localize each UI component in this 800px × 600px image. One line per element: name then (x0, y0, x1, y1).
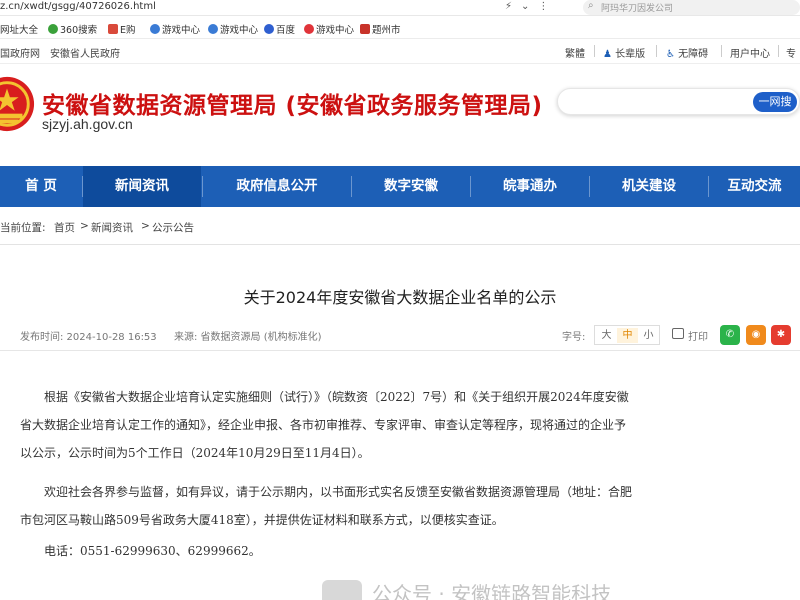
bookmark-item[interactable]: 360搜索 (48, 22, 97, 36)
publish-time: 发布时间: 2024-10-28 16:53 (20, 332, 157, 343)
body-line: 以公示，公示时间为5个工作日（2024年10月29日至11月4日）。 (20, 446, 370, 460)
body-line: 根据《安徽省大数据企业培育认定实施细则（试行）》（皖数资〔2022〕7号）和《关… (44, 390, 629, 404)
top-link-strip: 国政府网 安徽省人民政府 繁體 ♟ 长辈版 ♿ 无障碍 用户中心 专 (0, 39, 800, 64)
body-line: 市包河区马鞍山路509号省政务大厦418室），并提供佐证材料和联系方式，以便核实… (20, 513, 504, 527)
url-text[interactable]: z.cn/xwdt/gsgg/40726026.html (0, 1, 156, 12)
font-size-small[interactable]: 小 (638, 328, 659, 343)
wechat-share-icon[interactable]: ✆ (720, 325, 740, 345)
game-icon (208, 24, 218, 34)
address-bar[interactable]: z.cn/xwdt/gsgg/40726026.html ⚡ ⌄ ⋮ ⌕ 阿玛华刀因… (0, 0, 800, 16)
article-meta: 发布时间: 2024-10-28 16:53 来源: 省数据资源局 (机构标准化… (0, 322, 800, 348)
divider (0, 244, 800, 245)
nav-digital-anhui[interactable]: 数字安徽 (352, 166, 470, 207)
address-bar-icons: ⚡ ⌄ ⋮ (505, 1, 557, 12)
link-user-center[interactable]: 用户中心 (730, 45, 770, 60)
breadcrumb-label: 当前位置: (0, 222, 46, 234)
national-emblem-icon (0, 76, 35, 132)
nav-news[interactable]: 新闻资讯 (83, 166, 201, 207)
browser-search-input[interactable]: ⌕ 阿玛华刀因发公司 (583, 0, 800, 15)
paw-icon (264, 24, 274, 34)
main-nav: 首 页 新闻资讯 政府信息公开 数字安徽 皖事通办 机关建设 互动交流 (0, 166, 800, 207)
weibo-share-icon[interactable]: ◉ (746, 325, 766, 345)
nav-interaction[interactable]: 互动交流 (709, 166, 800, 207)
link-traditional[interactable]: 繁體 (565, 45, 585, 60)
print-button[interactable]: 打印 (688, 328, 708, 343)
site-domain: sjzyj.ah.gov.cn (42, 116, 133, 132)
more-share-icon[interactable]: ✱ (771, 325, 791, 345)
site-search-button[interactable]: 一网搜 (753, 92, 797, 112)
bookmark-item[interactable]: E购 (108, 22, 136, 36)
game-icon (304, 24, 314, 34)
bookmark-item[interactable]: 百度 (264, 22, 295, 36)
dropdown-icon[interactable]: ⌄ (521, 1, 529, 12)
nav-organ[interactable]: 机关建设 (590, 166, 708, 207)
nav-gov-info[interactable]: 政府信息公开 (203, 166, 351, 207)
lightning-icon[interactable]: ⚡ (505, 1, 512, 12)
watermark-text: 公众号 · 安徽链路智能科技 (372, 582, 612, 600)
link-ah-gov[interactable]: 安徽省人民政府 (50, 45, 120, 60)
font-size-selector: 大 中 小 (594, 325, 660, 345)
game-icon (150, 24, 160, 34)
bookmark-item[interactable]: 游戏中心 (208, 22, 258, 36)
elder-icon: ♟ (603, 49, 612, 60)
body-line: 欢迎社会各界参与监督，如有异议，请于公示期内，以书面形式实名反馈至安徽省数据资源… (44, 485, 633, 499)
bookmark-item[interactable]: 网址大全 (0, 22, 38, 36)
link-elder[interactable]: ♟ 长辈版 (603, 45, 645, 60)
body-line: 电话：0551-62999630、62999662。 (44, 544, 261, 558)
bookmarks-bar: 网址大全 360搜索 E购 游戏中心 游戏中心 百度 游戏中心 题州市 (0, 16, 800, 39)
breadcrumb-sep: > (141, 220, 150, 232)
wechat-icon (322, 580, 362, 600)
watermark: 公众号 · 安徽链路智能科技 (0, 578, 800, 600)
nav-wanshi[interactable]: 皖事通办 (471, 166, 589, 207)
breadcrumb-home[interactable]: 首页 (54, 220, 75, 235)
breadcrumb-news[interactable]: 新闻资讯 (91, 220, 133, 235)
nav-home[interactable]: 首 页 (0, 166, 82, 207)
globe-icon (48, 24, 58, 34)
print-icon[interactable] (672, 328, 684, 339)
divider (0, 350, 800, 351)
breadcrumb: 当前位置: 首页 > 新闻资讯 > 公示公告 (0, 220, 800, 236)
menu-icon[interactable]: ⋮ (538, 1, 548, 12)
font-size-large[interactable]: 大 (596, 328, 617, 343)
site-title: 安徽省数据资源管理局 (安徽省政务服务管理局) (42, 93, 543, 119)
bookmark-item[interactable]: 题州市 (360, 22, 401, 36)
site-header: 安徽省数据资源管理局 (安徽省政务服务管理局) sjzyj.ah.gov.cn … (0, 64, 800, 164)
article-source: 来源: 省数据资源局 (机构标准化) (174, 332, 322, 343)
shop-icon (108, 24, 118, 34)
font-size-label: 字号: (562, 332, 586, 343)
bookmark-item[interactable]: 游戏中心 (150, 22, 200, 36)
browser-search-placeholder: 阿玛华刀因发公司 (601, 4, 674, 14)
link-gov[interactable]: 国政府网 (0, 45, 40, 60)
link-accessible[interactable]: ♿ 无障碍 (666, 45, 708, 60)
accessibility-icon: ♿ (666, 49, 675, 60)
link-more[interactable]: 专 (786, 45, 796, 60)
breadcrumb-sep: > (80, 220, 89, 232)
bookmark-item[interactable]: 游戏中心 (304, 22, 354, 36)
breadcrumb-notice[interactable]: 公示公告 (152, 220, 194, 235)
city-icon (360, 24, 370, 34)
body-line: 省大数据企业培育认定工作的通知》，经企业申报、各市初审推荐、专家评审、审查认定等… (20, 418, 627, 432)
search-icon: ⌕ (588, 0, 594, 11)
font-size-medium[interactable]: 中 (617, 328, 638, 343)
article-title: 关于2024年度安徽省大数据企业名单的公示 (243, 288, 557, 307)
